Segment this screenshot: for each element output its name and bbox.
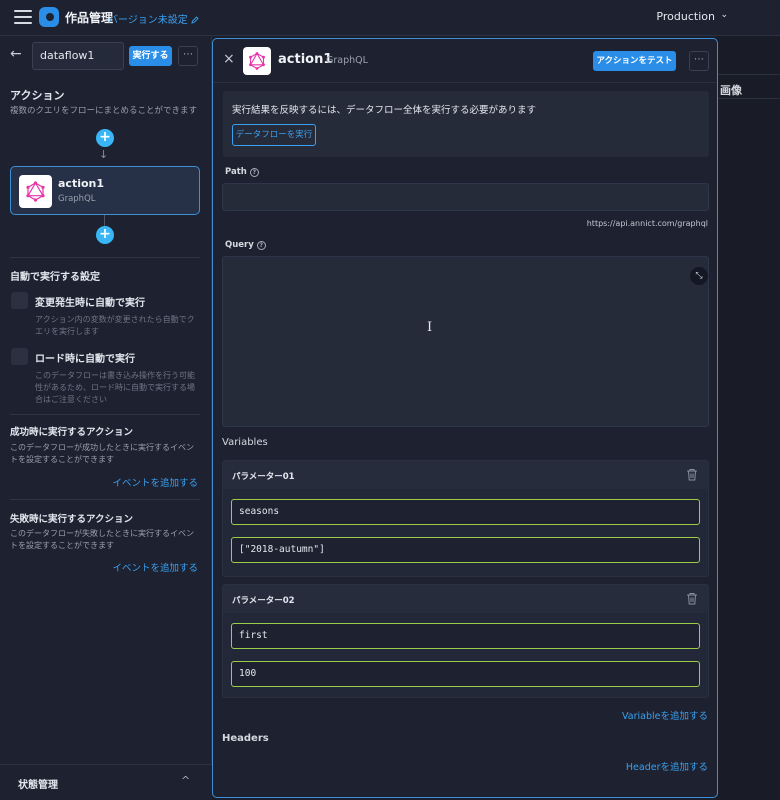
autorun-on-change-checkbox[interactable] bbox=[11, 292, 28, 309]
notice-box: 実行結果を反映するには、データフロー全体を実行する必要があります データフローを… bbox=[223, 91, 709, 157]
text-cursor-icon: I bbox=[427, 320, 433, 335]
actions-heading: アクション bbox=[10, 89, 65, 102]
divider bbox=[10, 414, 200, 415]
top-bar: 作品管理 バージョン未設定 Production ⌄ bbox=[0, 0, 780, 36]
version-link[interactable]: バージョン未設定 bbox=[108, 11, 199, 26]
divider bbox=[10, 499, 200, 500]
panel-header: × action1 GraphQL アクションをテスト ⋯ bbox=[213, 39, 717, 83]
add-header-link[interactable]: Headerを追加する bbox=[626, 759, 708, 773]
background-table-area bbox=[716, 36, 780, 800]
state-management-bar[interactable]: 状態管理 ^ bbox=[0, 764, 212, 800]
path-label-text: Path bbox=[225, 167, 247, 177]
add-success-event-link[interactable]: イベントを追加する bbox=[112, 475, 198, 489]
add-action-above-button[interactable]: + bbox=[96, 129, 114, 147]
parameter-name: パラメーター01 bbox=[232, 472, 295, 482]
parameter-name: パラメーター02 bbox=[232, 596, 295, 606]
parameter-group: パラメーター02 first 100 bbox=[222, 584, 709, 698]
query-editor[interactable]: ⤡ I bbox=[222, 256, 709, 427]
run-dataflow-button[interactable]: データフローを実行 bbox=[232, 124, 316, 146]
chevron-up-icon[interactable]: ^ bbox=[181, 774, 190, 787]
arrow-down-icon: ↓ bbox=[99, 148, 109, 161]
trash-icon[interactable] bbox=[686, 468, 698, 481]
actions-description: 複数のクエリをフローにまとめることができます bbox=[10, 106, 198, 116]
parameter-header: パラメーター01 bbox=[223, 461, 708, 489]
base-url: https://api.annict.com/graphql bbox=[586, 219, 708, 228]
state-management-label: 状態管理 bbox=[18, 780, 58, 791]
autorun-on-load-checkbox[interactable] bbox=[11, 348, 28, 365]
panel-subtitle: GraphQL bbox=[326, 55, 368, 66]
action-editor-panel: × action1 GraphQL アクションをテスト ⋯ 実行結果を反映するに… bbox=[212, 38, 718, 798]
action-card-name: action1 bbox=[58, 177, 105, 190]
notice-text: 実行結果を反映するには、データフロー全体を実行する必要があります bbox=[232, 105, 537, 116]
divider bbox=[716, 74, 780, 75]
environment-select[interactable]: Production ⌄ bbox=[656, 10, 728, 23]
autorun-on-change-description: アクション内の変数が変更されたら自動でクエリを実行します bbox=[35, 315, 195, 336]
action-card[interactable]: action1 GraphQL bbox=[10, 166, 200, 215]
add-failure-event-link[interactable]: イベントを追加する bbox=[112, 560, 198, 574]
panel-more-options-button[interactable]: ⋯ bbox=[689, 51, 709, 71]
run-button[interactable]: 実行する bbox=[129, 46, 172, 66]
close-icon[interactable]: × bbox=[223, 51, 235, 67]
parameter-key-input[interactable]: seasons bbox=[231, 499, 700, 525]
graphql-icon bbox=[243, 47, 271, 75]
autorun-on-load-label: ロード時に自動で実行 bbox=[35, 354, 135, 365]
test-action-button[interactable]: アクションをテスト bbox=[593, 51, 676, 71]
parameter-value-input[interactable]: ["2018-autumn"] bbox=[231, 537, 700, 563]
help-icon[interactable]: ? bbox=[256, 241, 266, 250]
divider bbox=[716, 98, 780, 99]
add-action-below-button[interactable]: + bbox=[96, 226, 114, 244]
failure-actions-description: このデータフローが失敗したときに実行するイベントを設定することができます bbox=[10, 529, 194, 550]
success-actions-heading: 成功時に実行するアクション bbox=[10, 427, 134, 438]
parameter-key-input[interactable]: first bbox=[231, 623, 700, 649]
divider bbox=[10, 257, 200, 258]
chevron-down-icon: ⌄ bbox=[720, 10, 728, 20]
version-link-label: バージョン未設定 bbox=[108, 15, 188, 26]
failure-actions-heading: 失敗時に実行するアクション bbox=[10, 514, 134, 525]
path-label: Path? bbox=[225, 167, 259, 177]
action-card-type: GraphQL bbox=[58, 194, 96, 204]
parameter-group: パラメーター01 seasons ["2018-autumn"] bbox=[222, 460, 709, 577]
variables-label: Variables bbox=[222, 437, 268, 448]
panel-title: action1 bbox=[278, 52, 333, 67]
graphql-icon bbox=[19, 175, 52, 208]
environment-label: Production bbox=[656, 10, 715, 23]
query-label: Query? bbox=[225, 240, 266, 250]
help-icon[interactable]: ? bbox=[249, 168, 259, 177]
app-logo-icon bbox=[39, 7, 59, 27]
more-options-button[interactable]: ⋯ bbox=[178, 46, 198, 66]
autorun-heading: 自動で実行する設定 bbox=[10, 272, 100, 283]
hamburger-icon[interactable] bbox=[14, 10, 32, 24]
back-arrow-icon[interactable]: ← bbox=[10, 46, 22, 62]
headers-label: Headers bbox=[222, 733, 269, 744]
dataflow-name-input[interactable]: dataflow1 bbox=[32, 42, 124, 70]
parameter-header: パラメーター02 bbox=[223, 585, 708, 613]
query-label-text: Query bbox=[225, 240, 254, 250]
pencil-icon bbox=[191, 16, 199, 24]
image-column-header: 画像 bbox=[720, 84, 742, 97]
autorun-on-change-label: 変更発生時に自動で実行 bbox=[35, 298, 145, 309]
app-title: 作品管理 bbox=[65, 11, 114, 25]
trash-icon[interactable] bbox=[686, 592, 698, 605]
expand-icon[interactable]: ⤡ bbox=[690, 267, 708, 285]
autorun-on-load-description: このデータフローは書き込み操作を行う可能性があるため、ロード時に自動で実行する場… bbox=[35, 371, 195, 404]
add-variable-link[interactable]: Variableを追加する bbox=[622, 708, 708, 722]
parameter-value-input[interactable]: 100 bbox=[231, 661, 700, 687]
path-input[interactable] bbox=[222, 183, 709, 211]
success-actions-description: このデータフローが成功したときに実行するイベントを設定することができます bbox=[10, 443, 194, 464]
